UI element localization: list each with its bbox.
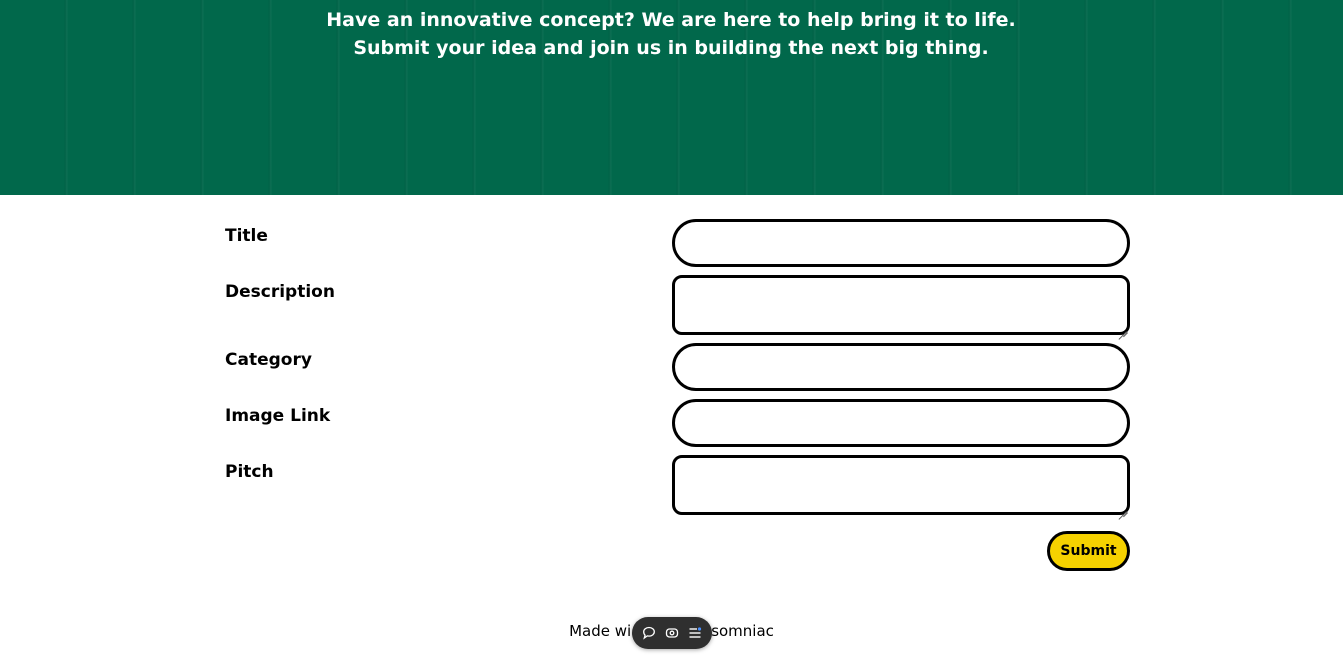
comment-icon[interactable] <box>640 624 658 642</box>
pitch-textarea[interactable] <box>672 455 1130 515</box>
footer-text-left: Made wi <box>569 622 632 640</box>
title-label: Title <box>225 226 268 246</box>
eye-icon[interactable] <box>663 624 681 642</box>
image-link-label: Image Link <box>225 406 331 426</box>
description-label: Description <box>225 282 335 302</box>
category-input[interactable] <box>672 343 1130 391</box>
idea-submission-form: Title Description Category Image Link Pi… <box>0 195 1343 595</box>
image-link-input[interactable] <box>672 399 1130 447</box>
hero-headline: Have an innovative concept? We are here … <box>326 9 1016 59</box>
category-label: Category <box>225 350 312 370</box>
footer-text-right: somniac <box>711 622 774 640</box>
floating-toolbar <box>632 617 712 649</box>
hero-banner: Have an innovative concept? We are here … <box>0 0 1343 195</box>
description-textarea[interactable] <box>672 275 1130 335</box>
submit-button[interactable]: Submit <box>1047 531 1130 571</box>
pitch-label: Pitch <box>225 462 274 482</box>
menu-list-icon[interactable] <box>686 624 704 642</box>
title-input[interactable] <box>672 219 1130 267</box>
